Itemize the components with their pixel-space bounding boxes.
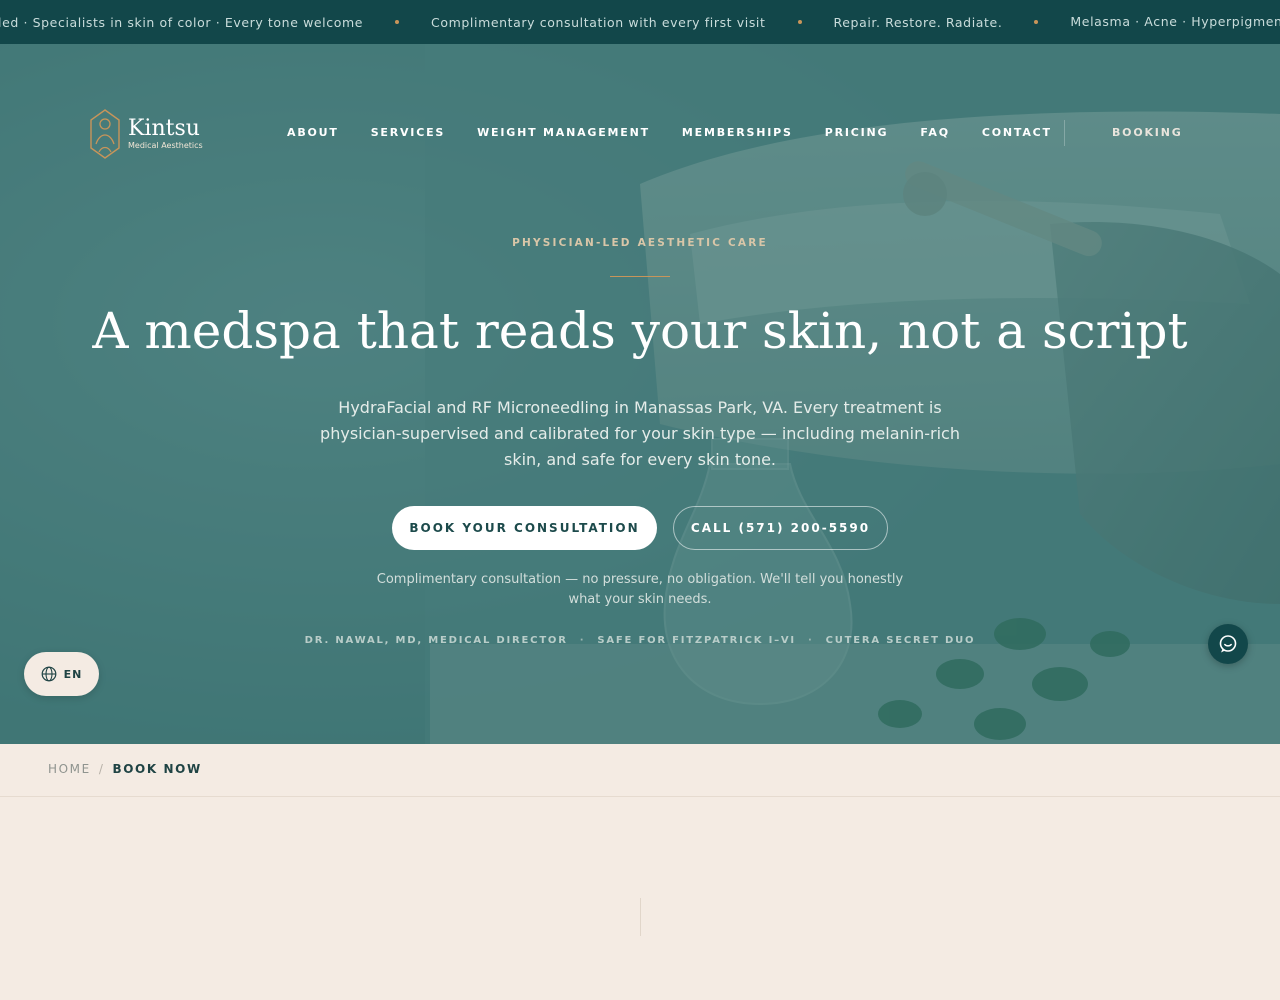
content-divider — [640, 898, 641, 936]
hero-section: Kintsu Medical Aesthetics ABOUT SERVICES… — [0, 44, 1280, 744]
ticker-dot — [797, 20, 802, 24]
globe-icon — [41, 666, 57, 682]
trust-item-medical-director: DR. NAWAL, MD, MEDICAL DIRECTOR — [304, 635, 568, 646]
nav-link-about[interactable]: ABOUT — [287, 126, 339, 139]
breadcrumb-separator: / — [98, 762, 105, 776]
booking-link[interactable]: BOOKING — [1112, 126, 1183, 139]
ticker-dot — [395, 20, 400, 24]
call-phone-button[interactable]: CALL (571) 200-5590 — [673, 506, 888, 550]
hero-eyebrow: PHYSICIAN-LED AESTHETIC CARE — [512, 237, 768, 249]
trust-badges: DR. NAWAL, MD, MEDICAL DIRECTOR · SAFE F… — [0, 635, 1280, 646]
trust-item-cutera: CUTERA SECRET DUO — [825, 635, 976, 646]
eyebrow-divider — [610, 276, 670, 277]
language-switcher[interactable]: EN — [24, 652, 99, 696]
ticker-item: Melasma · Acne · Hyperpigmentation · 🇫🇷 … — [1070, 14, 1280, 29]
consultation-note: Complimentary consultation — no pressure… — [376, 572, 904, 607]
kintsu-logo-icon — [90, 109, 120, 159]
trust-separator: · — [579, 635, 586, 646]
nav-link-faq[interactable]: FAQ — [920, 126, 950, 139]
ticker-item: led · Specialists in skin of color · Eve… — [0, 14, 364, 30]
book-consultation-button[interactable]: BOOK YOUR CONSULTATION — [392, 506, 657, 550]
nav-link-weight-management[interactable]: WEIGHT MANAGEMENT — [477, 126, 650, 139]
announcement-ticker: led · Specialists in skin of color · Eve… — [0, 0, 1280, 44]
trust-item-fitzpatrick: SAFE FOR FITZPATRICK I–VI — [597, 635, 796, 646]
nav-link-pricing[interactable]: PRICING — [825, 126, 889, 139]
trust-separator: · — [807, 635, 814, 646]
logo-wordmark: Kintsu Medical Aesthetics — [128, 115, 203, 151]
nav-link-memberships[interactable]: MEMBERSHIPS — [682, 126, 793, 139]
hero-subhead: HydraFacial and RF Microneedling in Mana… — [320, 398, 960, 469]
ticker-item: Complimentary consultation with every fi… — [431, 14, 766, 30]
breadcrumb-home[interactable]: HOME — [48, 762, 91, 776]
chat-bubble-icon — [1219, 635, 1237, 653]
ticker-item: Repair. Restore. Radiate. — [833, 14, 1003, 30]
breadcrumb: HOME / BOOK NOW — [48, 762, 202, 776]
breadcrumb-divider — [0, 796, 1280, 797]
main-nav: ABOUT SERVICES WEIGHT MANAGEMENT MEMBERS… — [287, 126, 1052, 139]
nav-divider — [1064, 120, 1065, 146]
hero-headline: A medspa that reads your skin, not a scr… — [92, 302, 1188, 360]
breadcrumb-current: BOOK NOW — [112, 762, 202, 776]
ticker-track: led · Specialists in skin of color · Eve… — [0, 0, 1280, 44]
brand-logo[interactable]: Kintsu Medical Aesthetics — [88, 108, 203, 160]
chat-button[interactable] — [1208, 624, 1248, 664]
ticker-dot — [1034, 20, 1039, 24]
nav-link-contact[interactable]: CONTACT — [982, 126, 1052, 139]
logo-subtitle: Medical Aesthetics — [128, 140, 203, 150]
logo-name: Kintsu — [128, 115, 200, 141]
language-code: EN — [63, 667, 83, 681]
nav-link-services[interactable]: SERVICES — [371, 126, 445, 139]
